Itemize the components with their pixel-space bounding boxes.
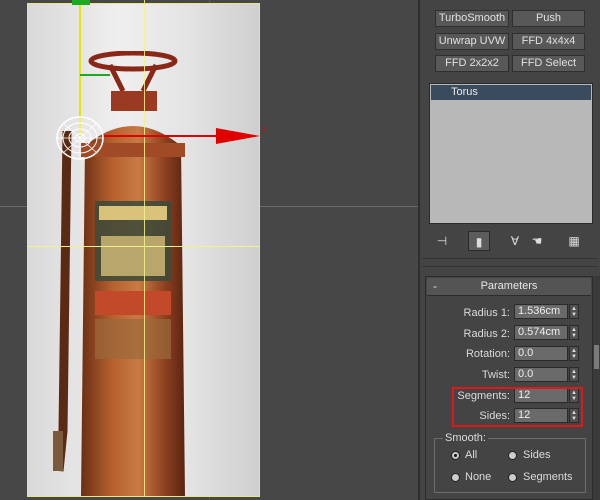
radius2-spinner[interactable]: ▲ ▼ <box>569 325 579 340</box>
viewport[interactable]: x <box>0 0 418 500</box>
ffd-select-button[interactable]: FFD Select <box>512 55 585 72</box>
ffd-4x4x4-button[interactable]: FFD 4x4x4 <box>512 33 585 50</box>
radius1-spinner[interactable]: ▲ ▼ <box>569 304 579 319</box>
smooth-all-label: All <box>465 449 478 461</box>
unwrap-uvw-button[interactable]: Unwrap UVW <box>435 33 509 50</box>
smooth-segments-radio[interactable] <box>508 473 517 482</box>
push-button[interactable]: Push <box>512 10 585 27</box>
smooth-group <box>434 438 586 493</box>
gizmo-x-axis[interactable] <box>104 135 218 137</box>
smooth-sides-label: Sides <box>523 449 551 461</box>
torus-object-icon[interactable] <box>55 115 105 161</box>
gizmo-plane-handle[interactable] <box>80 74 110 76</box>
radius2-label: Radius 2: <box>463 328 510 340</box>
pin-stack-icon[interactable]: ⊣ <box>432 231 452 251</box>
ffd-2x2x2-button[interactable]: FFD 2x2x2 <box>435 55 509 72</box>
make-unique-icon[interactable]: ∀ <box>506 231 524 251</box>
turbosmooth-button[interactable]: TurboSmooth <box>435 10 509 27</box>
section-divider <box>422 266 598 267</box>
section-divider <box>422 258 598 259</box>
smooth-segments-label: Segments <box>523 471 573 483</box>
twist-input[interactable]: 0.0 <box>514 367 568 382</box>
rotation-spinner[interactable]: ▲ ▼ <box>569 346 579 361</box>
modifier-stack-list[interactable]: Torus <box>429 83 593 224</box>
radius2-input[interactable]: 0.574cm <box>514 325 568 340</box>
parameters-title: Parameters <box>480 280 538 292</box>
rotation-input[interactable]: 0.0 <box>514 346 568 361</box>
stack-item-torus[interactable]: Torus <box>431 85 591 100</box>
panel-scrollbar[interactable] <box>593 276 600 500</box>
parameters-rollout-header[interactable]: - Parameters <box>427 278 591 296</box>
panel-scrollbar-thumb[interactable] <box>594 345 599 369</box>
axis-x-label: x <box>262 124 267 134</box>
radius1-input[interactable]: 1.536cm <box>514 304 568 319</box>
highlight-box <box>452 387 583 427</box>
smooth-all-radio[interactable] <box>451 451 460 460</box>
smooth-none-label: None <box>465 471 492 483</box>
smooth-sides-radio[interactable] <box>508 451 517 460</box>
rotation-label: Rotation: <box>465 348 510 360</box>
gizmo-x-arrow-icon[interactable] <box>216 128 260 144</box>
show-end-result-icon[interactable]: ▮ <box>468 231 490 251</box>
twist-spinner[interactable]: ▲ ▼ <box>569 367 579 382</box>
smooth-none-radio[interactable] <box>451 473 460 482</box>
remove-modifier-icon[interactable]: ☚ <box>528 231 546 251</box>
radius1-label: Radius 1: <box>463 307 510 319</box>
gizmo-z-axis-cap[interactable] <box>72 0 90 5</box>
twist-label: Twist: <box>481 369 510 381</box>
panel-divider <box>418 0 420 500</box>
configure-modifier-sets-icon[interactable]: ▦ <box>564 231 584 251</box>
selection-line-vertical <box>144 0 145 497</box>
smooth-group-title: Smooth: <box>443 432 488 444</box>
